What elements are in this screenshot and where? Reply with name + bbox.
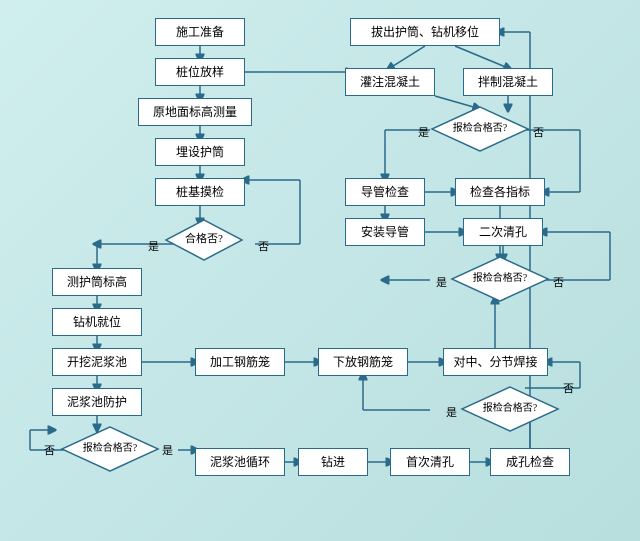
- diamond-baojian-1: 报检合格否?: [60, 425, 160, 473]
- diamond-hege-1: 合格否?: [164, 218, 244, 262]
- box-banzhi-hunningtu: 拌制混凝土: [463, 68, 553, 96]
- box-anzhuang-daoguan: 安装导管: [345, 218, 425, 246]
- diamond-baojian-3: 报检合格否?: [450, 255, 550, 303]
- box-maishehutong: 埋设护筒: [155, 138, 245, 166]
- box-zuanjin: 钻进: [298, 448, 368, 476]
- no-label-d1: 否: [258, 238, 269, 254]
- flowchart-diagram: 施工准备 桩位放样 原地面标高测量 埋设护筒 桩基摸检 测护筒标高 钻机就位 开…: [0, 0, 640, 541]
- box-chengjian-jiancha: 成孔检查: [490, 448, 570, 476]
- yes-label-d4: 是: [436, 274, 447, 290]
- box-baochuhutong: 拔出护筒、钻机移位: [350, 18, 500, 46]
- box-erciqingkong: 二次清孔: [463, 218, 543, 246]
- box-zhuangjijiancha: 桩基摸检: [155, 178, 245, 206]
- box-kaijue-nijiangchi: 开挖泥浆池: [52, 348, 142, 376]
- box-duizhong-hanjie: 对中、分节焊接: [443, 348, 548, 376]
- diamond-baojian-4: 报检合格否?: [460, 385, 560, 433]
- yes-label-d2: 是: [162, 442, 173, 458]
- box-jiancha-gezhibiao: 检查各指标: [455, 178, 545, 206]
- box-shigong-zhunbei: 施工准备: [155, 18, 245, 46]
- no-label-d3: 否: [533, 124, 544, 140]
- yes-label-d5: 是: [446, 404, 457, 420]
- yes-label-d1: 是: [148, 238, 159, 254]
- box-guanzhu-hunningtu: 灌注混凝土: [345, 68, 435, 96]
- box-yuandi-biaoqao: 原地面标高测量: [138, 98, 252, 126]
- box-zhuwei-fangyang: 桩位放样: [155, 58, 245, 86]
- box-cehutong-biaoqao: 测护筒标高: [52, 268, 142, 296]
- box-zuanji-jiuwei: 钻机就位: [52, 308, 142, 336]
- box-xiafang-gangjinlong: 下放钢筋笼: [318, 348, 408, 376]
- no-label-d5: 否: [563, 380, 574, 396]
- no-label-d2: 否: [44, 442, 55, 458]
- box-jiagong-gangjinlong: 加工钢筋笼: [195, 348, 285, 376]
- box-nijiang-xunhuan: 泥浆池循环: [195, 448, 285, 476]
- yes-label-d3: 是: [418, 124, 429, 140]
- box-nijiang-fanghu: 泥浆池防护: [52, 388, 142, 416]
- diamond-baojian-2: 报检合格否?: [430, 105, 530, 153]
- box-shouciqingkong: 首次清孔: [390, 448, 470, 476]
- no-label-d4: 否: [553, 274, 564, 290]
- box-daoguan-jiancha: 导管检查: [345, 178, 425, 206]
